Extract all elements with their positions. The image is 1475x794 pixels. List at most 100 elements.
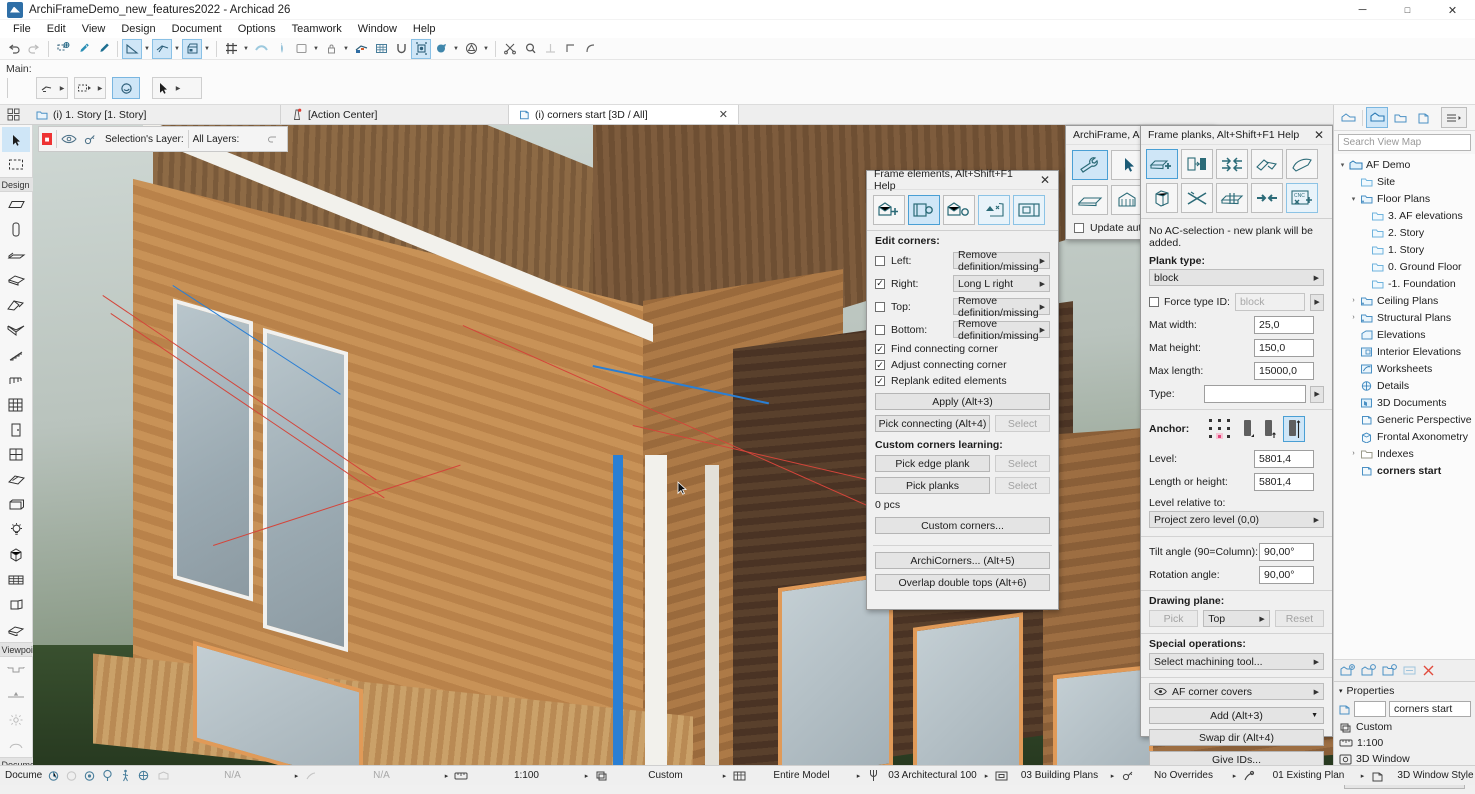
railing-icon[interactable] [2, 367, 30, 392]
twisty-icon[interactable]: ▾ [1348, 195, 1359, 203]
add-plank-icon[interactable] [1146, 149, 1178, 179]
lock-layer-icon[interactable] [83, 133, 101, 146]
tree-item[interactable]: Elevations [1334, 326, 1475, 343]
magnet-icon[interactable] [391, 39, 411, 59]
twisty-icon[interactable]: › [1348, 297, 1359, 304]
pointer-dropdown-icon[interactable]: ▶ [173, 78, 183, 98]
apply-button[interactable]: Apply (Alt+3) [875, 393, 1050, 410]
tree-item[interactable]: 1. Story [1334, 241, 1475, 258]
curtain-wall-icon[interactable] [2, 392, 30, 417]
chevron-right-icon[interactable]: ▸ [1233, 772, 1237, 780]
tree-item[interactable]: ▾ Floor Plans [1334, 190, 1475, 207]
mat-width-input[interactable]: 25,0 [1254, 316, 1314, 334]
maximize-button[interactable]: □ [1385, 0, 1430, 20]
lamp-icon[interactable] [2, 517, 30, 542]
zone-icon[interactable] [2, 592, 30, 617]
status-mvo-group[interactable]: 03 Building Plans ▸ [991, 766, 1117, 786]
delete-icon[interactable] [1422, 664, 1435, 677]
measure-icon[interactable] [152, 38, 172, 59]
adjust-connecting-row[interactable]: ✓ Adjust connecting corner [867, 357, 1058, 373]
door-icon[interactable] [2, 417, 30, 442]
add-button[interactable]: Add (Alt+3) ▼ [1149, 707, 1324, 724]
redo-icon[interactable] [24, 39, 44, 59]
plank-move-icon[interactable] [1216, 149, 1248, 179]
grid-snap-dropdown-icon[interactable]: ▼ [241, 39, 251, 59]
corner-covers-combo[interactable]: AF corner covers ▶ [1149, 683, 1324, 700]
split-icon[interactable] [540, 39, 560, 59]
3d-cursor-icon[interactable] [411, 38, 431, 59]
minimize-button[interactable]: ─ [1340, 0, 1385, 20]
anchor-top-icon[interactable] [1283, 416, 1305, 442]
marquee-icon[interactable] [2, 152, 30, 177]
max-length-input[interactable]: 15000,0 [1254, 362, 1314, 380]
tab-1-story[interactable]: (i) 1. Story [1. Story] [26, 105, 281, 124]
frame-planks-palette[interactable]: Frame planks, Alt+Shift+F1 Help ✕ CNC No… [1140, 125, 1333, 768]
marquee-select-icon[interactable] [53, 39, 73, 59]
pick-edge-plank-button[interactable]: Pick edge plank [875, 455, 990, 472]
tree-item[interactable]: -1. Foundation [1334, 275, 1475, 292]
plank-icon[interactable] [1072, 185, 1108, 215]
status-scale-group[interactable]: 1:100 ▸ [451, 766, 591, 786]
plank-type-combo[interactable]: block ▶ [1149, 269, 1324, 286]
object-icon[interactable] [2, 492, 30, 517]
shell-icon[interactable] [2, 317, 30, 342]
tree-item[interactable]: Worksheets [1334, 360, 1475, 377]
rename-icon[interactable] [1403, 665, 1416, 676]
twisty-icon[interactable]: ▾ [1337, 161, 1348, 169]
replank-checkbox[interactable]: ✓ [875, 376, 885, 386]
mesh-icon[interactable] [2, 567, 30, 592]
section-icon[interactable] [2, 657, 30, 682]
worksheet-icon[interactable] [2, 732, 30, 757]
tab-action-center[interactable]: [Action Center] [281, 105, 509, 124]
window-tool-icon[interactable] [291, 39, 311, 59]
plank-twist-icon[interactable] [1286, 149, 1318, 179]
menu-design[interactable]: Design [113, 20, 163, 38]
window-icon[interactable] [2, 442, 30, 467]
status-penset-group[interactable]: Custom ▸ [591, 766, 729, 786]
tree-item[interactable]: Site [1334, 173, 1475, 190]
menu-teamwork[interactable]: Teamwork [284, 20, 350, 38]
replank-row[interactable]: ✓ Replank edited elements [867, 373, 1058, 389]
machining-tool-combo[interactable]: Select machining tool... ▶ [1149, 653, 1324, 670]
twisty-icon[interactable]: › [1348, 450, 1359, 457]
new-folder-icon[interactable] [1382, 664, 1397, 677]
menu-file[interactable]: File [5, 20, 39, 38]
tree-item[interactable]: 3. AF elevations [1334, 207, 1475, 224]
overlap-button[interactable]: Overlap double tops (Alt+6) [875, 574, 1050, 591]
marquee-tool-dropdown-icon[interactable]: ▶ [95, 78, 105, 98]
grid-icon[interactable] [371, 39, 391, 59]
measure-dropdown-icon[interactable]: ▼ [172, 39, 182, 59]
zoom-prev-icon[interactable] [46, 770, 60, 782]
palette-title-bar[interactable]: Frame elements, Alt+Shift+F1 Help ✕ [867, 168, 1058, 192]
corner-row-left[interactable]: Left: Remove definition/missing ▶ [867, 249, 1058, 273]
project-map-icon[interactable] [1337, 107, 1359, 128]
type-dropdown[interactable]: ▶ [1310, 385, 1324, 403]
scissors-icon[interactable] [500, 39, 520, 59]
tree-item[interactable]: › Structural Plans [1334, 309, 1475, 326]
curve-icon[interactable] [251, 39, 271, 59]
dimension-icon[interactable] [122, 38, 142, 59]
force-type-id-checkbox[interactable] [1149, 297, 1159, 307]
update-auto-checkbox[interactable] [1074, 223, 1084, 233]
close-icon[interactable]: ✕ [1036, 173, 1054, 187]
tree-item[interactable]: Interior Elevations [1334, 343, 1475, 360]
skylight-icon[interactable] [2, 467, 30, 492]
status-override-group[interactable]: No Overrides ▸ [1117, 766, 1239, 786]
new-view-icon[interactable] [1340, 664, 1355, 677]
corner-icon[interactable] [560, 39, 580, 59]
tree-item[interactable]: Frontal Axonometry [1334, 428, 1475, 445]
calculator-dropdown-icon[interactable]: ▼ [202, 39, 212, 59]
status-filter-group[interactable]: N/A ▸ [301, 766, 451, 786]
frame-panel-icon[interactable] [1013, 195, 1045, 225]
anchor-bottom-icon[interactable] [1241, 417, 1256, 441]
archicorners-button[interactable]: ArchiCorners... (Alt+5) [875, 552, 1050, 569]
layout-book-icon[interactable] [1389, 107, 1411, 128]
tab-corners-start[interactable]: (i) corners start [3D / All] ✕ [509, 105, 739, 124]
tilt-angle-input[interactable]: 90,00° [1259, 543, 1314, 561]
lock-icon[interactable] [321, 39, 341, 59]
chevron-right-icon[interactable]: ▸ [723, 772, 727, 780]
corner-row-top[interactable]: Top: Remove definition/missing ▶ [867, 295, 1058, 319]
plank-cross-icon[interactable] [1181, 183, 1213, 213]
calculator-icon[interactable] [182, 38, 202, 59]
orbit-icon[interactable] [100, 769, 114, 782]
